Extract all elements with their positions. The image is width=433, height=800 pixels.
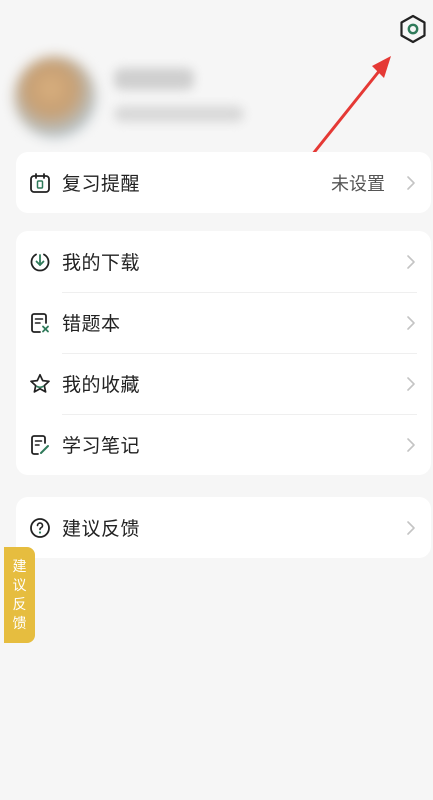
feedback-tab-char: 议 <box>12 577 27 594</box>
menu-item-downloads[interactable]: 我的下载 <box>16 231 431 292</box>
feedback-tab-char: 反 <box>12 596 27 613</box>
user-info-blurred <box>114 106 244 122</box>
profile-header[interactable] <box>14 56 274 138</box>
menu-item-label: 错题本 <box>62 313 121 335</box>
chevron-right-icon <box>405 253 417 271</box>
menu-item-label: 我的收藏 <box>62 374 141 396</box>
download-icon <box>28 250 52 274</box>
star-icon <box>28 372 52 396</box>
chevron-right-icon <box>405 174 417 192</box>
chevron-right-icon <box>405 519 417 537</box>
feedback-row[interactable]: 建议反馈 <box>16 497 431 558</box>
review-reminder-value: 未设置 <box>331 173 385 195</box>
menu-item-study-notes[interactable]: 学习笔记 <box>16 414 431 475</box>
user-name-blurred <box>114 68 194 90</box>
menu-item-wrong-questions[interactable]: 错题本 <box>16 292 431 353</box>
menu-item-label: 我的下载 <box>62 252 141 274</box>
hexagon-settings-icon <box>400 14 426 44</box>
menu-item-favorites[interactable]: 我的收藏 <box>16 353 431 414</box>
floating-feedback-tab[interactable]: 建 议 反 馈 <box>4 547 35 643</box>
menu-item-label: 学习笔记 <box>62 435 141 457</box>
menu-card: 我的下载 错题本 我的收藏 学习笔记 <box>16 231 431 475</box>
chevron-right-icon <box>405 436 417 454</box>
feedback-tab-char: 馈 <box>12 615 27 632</box>
question-icon <box>28 516 52 540</box>
review-reminder-label: 复习提醒 <box>62 173 141 195</box>
wrong-notebook-icon <box>28 311 52 335</box>
avatar[interactable] <box>14 56 96 138</box>
feedback-card: 建议反馈 <box>16 497 431 558</box>
review-reminder-row[interactable]: 复习提醒 未设置 <box>16 152 431 213</box>
feedback-tab-char: 建 <box>12 558 27 575</box>
chevron-right-icon <box>405 314 417 332</box>
notes-icon <box>28 433 52 457</box>
settings-button[interactable] <box>396 12 430 46</box>
reminder-card: 复习提醒 未设置 <box>16 152 431 213</box>
feedback-label: 建议反馈 <box>62 518 141 540</box>
chevron-right-icon <box>405 375 417 393</box>
calendar-icon <box>28 171 52 195</box>
